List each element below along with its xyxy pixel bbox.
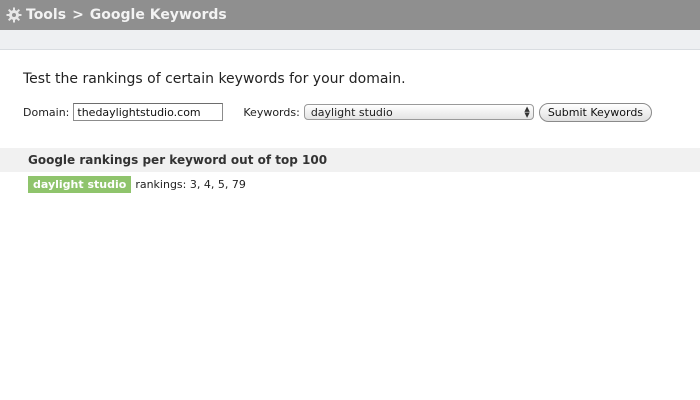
keyword-rankings: rankings: 3, 4, 5, 79 (135, 178, 246, 191)
keywords-select-value: daylight studio (310, 105, 393, 119)
result-row: daylight studio rankings: 3, 4, 5, 79 (28, 176, 700, 193)
keyword-badge: daylight studio (28, 176, 132, 193)
breadcrumb-tools-link[interactable]: Tools (26, 7, 66, 23)
page-title: Google Keywords (89, 7, 227, 23)
keywords-select[interactable]: daylight studio ▲ ▼ (303, 104, 534, 120)
breadcrumb-separator: > (72, 7, 84, 23)
top-bar: Tools > Google Keywords (0, 0, 700, 30)
domain-input[interactable] (73, 103, 224, 121)
domain-label: Domain: (23, 105, 70, 119)
main-content: Test the rankings of certain keywords fo… (0, 70, 700, 193)
results-heading: Google rankings per keyword out of top 1… (0, 148, 700, 172)
submit-keywords-button[interactable]: Submit Keywords (538, 102, 653, 122)
keywords-label: Keywords: (243, 105, 300, 119)
keyword-form: Domain: Keywords: daylight studio ▲▼ Sub… (23, 102, 700, 122)
sub-bar (0, 30, 700, 50)
gear-icon (6, 7, 22, 23)
intro-text: Test the rankings of certain keywords fo… (23, 71, 406, 87)
select-arrows-icon: ▲ ▼ (524, 105, 530, 119)
